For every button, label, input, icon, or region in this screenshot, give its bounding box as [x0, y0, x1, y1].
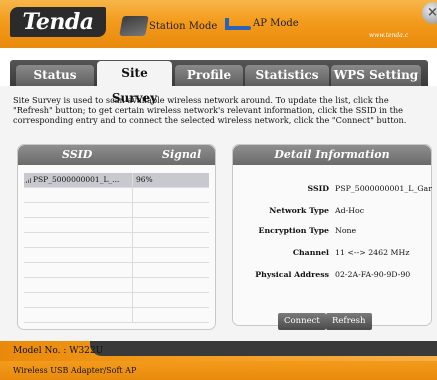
station-mode-label: Station Mode	[149, 20, 218, 32]
network-row[interactable]: PSP_5000000001_L_... 96%	[24, 173, 209, 188]
empty-row	[24, 308, 209, 323]
detail-label: Encryption Type	[258, 226, 329, 235]
detail-header: Detail Information	[233, 145, 431, 165]
footer: Model No. : W322U Wireless USB Adapter/S…	[0, 341, 437, 380]
signal-column-header: Signal	[162, 148, 202, 161]
product-description: Wireless USB Adapter/Soft AP	[13, 366, 137, 375]
detail-row-physical-address: Physical Address 02-2A-FA-90-9D-90	[233, 269, 431, 281]
app-window: Tenda Station Mode AP Mode www.tenda.c ×…	[0, 0, 437, 380]
empty-row	[24, 218, 209, 233]
network-list-header: SSID Signal	[18, 145, 215, 165]
empty-row	[24, 278, 209, 293]
model-number: Model No. : W322U	[13, 346, 104, 356]
signal-strength-icon	[24, 177, 32, 183]
detail-value: Ad-Hoc	[335, 206, 365, 215]
detail-row-ssid: SSID PSP_5000000001_L_Gar	[233, 183, 432, 195]
website-url: www.tenda.c	[369, 32, 409, 39]
detail-value: PSP_5000000001_L_Gar	[335, 184, 432, 193]
ap-mode-icon	[225, 16, 251, 30]
detail-value: 02-2A-FA-90-9D-90	[335, 270, 411, 279]
tab-status[interactable]: Status	[16, 65, 94, 86]
tab-wps-setting[interactable]: WPS Setting	[331, 65, 421, 86]
tab-profile[interactable]: Profile	[175, 65, 243, 86]
empty-row	[24, 263, 209, 278]
detail-value: 11 <--> 2462 MHz	[335, 248, 410, 257]
site-survey-description: Site Survey is used to scan available wi…	[13, 95, 407, 126]
station-mode-button[interactable]: Station Mode	[119, 16, 218, 36]
network-table: PSP_5000000001_L_... 96%	[24, 173, 209, 323]
network-ssid: PSP_5000000001_L_...	[33, 175, 120, 184]
detail-label: Channel	[292, 248, 329, 257]
detail-value: None	[335, 226, 357, 235]
network-signal: 96%	[136, 175, 153, 184]
tab-statistics[interactable]: Statistics	[245, 65, 329, 86]
empty-row	[24, 233, 209, 248]
connect-button[interactable]: Connect	[278, 313, 326, 330]
detail-row-channel: Channel 11 <--> 2462 MHz	[233, 247, 431, 259]
empty-row	[24, 293, 209, 308]
detail-row-encryption-type: Encryption Type None	[233, 225, 431, 237]
close-icon[interactable]: ×	[422, 2, 437, 24]
footer-decoration	[90, 341, 437, 356]
ap-mode-button[interactable]: AP Mode	[225, 16, 299, 30]
detail-label: Network Type	[269, 206, 329, 215]
detail-label: SSID	[307, 184, 330, 193]
detail-title: Detail Information	[274, 148, 390, 161]
header-bar: Tenda Station Mode AP Mode www.tenda.c ×	[0, 0, 437, 48]
empty-row	[24, 248, 209, 263]
empty-row	[24, 188, 209, 203]
tab-site-survey[interactable]: Site Survey	[97, 61, 172, 105]
refresh-button[interactable]: Refresh	[326, 313, 372, 330]
detail-row-network-type: Network Type Ad-Hoc	[233, 205, 431, 217]
station-mode-icon	[119, 16, 149, 36]
product-description-bar: Wireless USB Adapter/Soft AP	[0, 361, 437, 380]
ssid-column-header: SSID	[62, 148, 93, 161]
tenda-logo: Tenda	[10, 7, 106, 37]
network-list-panel: SSID Signal PSP_5000000001_L_... 96%	[17, 144, 216, 330]
ap-mode-label: AP Mode	[253, 17, 299, 29]
empty-row	[24, 203, 209, 218]
detail-label: Physical Address	[255, 270, 329, 279]
detail-information-panel: Detail Information SSID PSP_5000000001_L…	[232, 144, 432, 326]
